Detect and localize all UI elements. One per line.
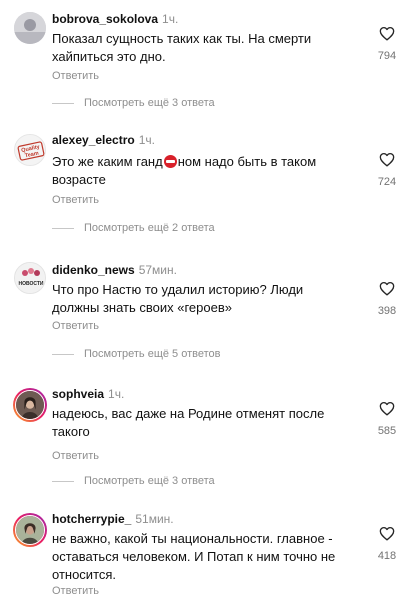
heart-outline-icon [379,26,395,41]
view-more-replies[interactable]: Посмотреть ещё 2 ответа [52,221,215,235]
comment-time: 1ч. [162,12,179,26]
comment-username[interactable]: didenko_news 57мин. [52,263,177,277]
heart-outline-icon [379,526,395,541]
comment-username[interactable]: bobrova_sokolova 1ч. [52,12,178,26]
comment-username[interactable]: hotcherrypie_ 51мин. [52,512,174,526]
username-text[interactable]: hotcherrypie_ [52,512,131,526]
like-count: 398 [377,305,397,317]
comment-time: 1ч. [108,387,125,401]
comment-username[interactable]: sophveia 1ч. [52,387,124,401]
like-button[interactable]: 794 [372,26,402,63]
comment-text-part: Это же каким ганд [52,154,163,169]
avatar[interactable] [13,513,47,547]
comment-item: hotcherrypie_ 51мин. не важно, какой ты н… [0,495,415,600]
reply-button[interactable]: Ответить [52,450,99,463]
comment-time: 51мин. [135,512,174,526]
like-count: 585 [377,425,397,437]
divider-line [52,102,74,104]
comment-text: Показал сущность таких как ты. На смерти… [52,31,312,64]
divider-line [52,480,74,482]
heart-outline-icon [379,401,395,416]
username-text[interactable]: didenko_news [52,263,135,277]
username-text[interactable]: sophveia [52,387,104,401]
avatar-photo [15,390,45,420]
reply-button[interactable]: Ответить [52,585,99,598]
avatar-photo [14,12,46,44]
view-more-replies-label: Посмотреть ещё 3 ответа [84,475,215,487]
like-button[interactable]: 398 [372,281,402,318]
comment-item: sophveia 1ч. надеюсь, вас даже на Родине … [0,370,415,495]
comment-text: не важно, какой ты национальности. главн… [52,531,336,582]
view-more-replies-label: Посмотреть ещё 3 ответа [84,97,215,109]
view-more-replies-label: Посмотреть ещё 5 ответов [84,348,221,360]
divider-line [52,227,74,229]
no-entry-emoji [163,155,177,168]
avatar[interactable]: Quality Team [14,134,46,166]
avatar[interactable]: НОВОСТИ [14,262,46,294]
heart-outline-icon [379,281,395,296]
view-more-replies-label: Посмотреть ещё 2 ответа [84,222,215,234]
avatar-photo [15,515,45,545]
reply-button[interactable]: Ответить [52,194,99,207]
view-more-replies[interactable]: Посмотреть ещё 3 ответа [52,96,215,110]
reply-button[interactable]: Ответить [52,320,99,333]
like-count: 418 [377,550,397,562]
avatar-logo: НОВОСТИ [15,263,45,293]
like-count: 794 [377,50,397,62]
comment-item: bobrova_sokolova 1ч. Показал сущность так… [0,0,415,120]
username-text[interactable]: bobrova_sokolova [52,12,158,26]
avatar-logo: Quality Team [15,135,45,165]
comment-time: 57мин. [138,263,177,277]
comment-username[interactable]: alexey_electro 1ч. [52,133,155,147]
comment-time: 1ч. [138,133,155,147]
like-button[interactable]: 418 [372,526,402,563]
heart-outline-icon [379,152,395,167]
view-more-replies[interactable]: Посмотреть ещё 5 ответов [52,347,220,361]
comment-text: Что про Настю то удалил историю? Люди до… [52,282,304,315]
username-text[interactable]: alexey_electro [52,133,135,147]
view-more-replies[interactable]: Посмотреть ещё 3 ответа [52,474,215,488]
comment-item: Quality Team alexey_electro 1ч. Это же ка… [0,120,415,245]
comment-text: Это же каким ганд ном надо быть в таком в… [52,153,352,189]
like-button[interactable]: 724 [372,152,402,189]
like-button[interactable]: 585 [372,401,402,438]
avatar[interactable] [14,12,46,44]
reply-button[interactable]: Ответить [52,70,99,83]
divider-line [52,353,74,355]
avatar[interactable] [13,388,47,422]
like-count: 724 [377,176,397,188]
comment-text: надеюсь, вас даже на Родине отменят посл… [52,406,325,439]
avatar-label: НОВОСТИ [18,281,43,287]
comment-item: НОВОСТИ didenko_news 57мин. Что про Настю… [0,245,415,370]
